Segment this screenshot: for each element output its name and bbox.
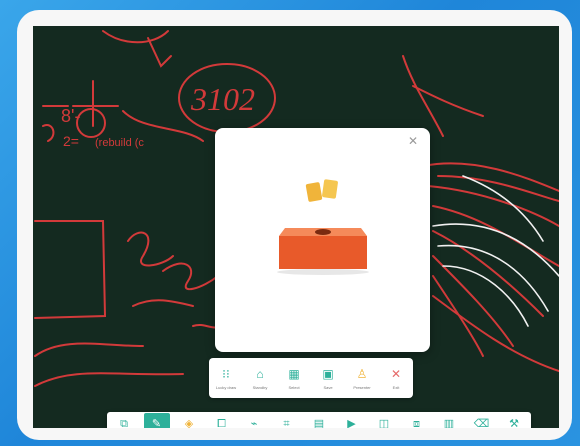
tools-icon: ⚒ <box>509 417 519 429</box>
pen-icon: ✎ <box>151 417 162 429</box>
whiteboard-canvas[interactable]: 8'- 2= (rebuild (c 3102 ✕ ⁝⁝ Lucky draw ⌂ S… <box>33 26 559 428</box>
sub-toolbar-item-1[interactable]: ⌂ Standby <box>245 367 275 390</box>
lucky-draw-box-illustration <box>277 179 369 275</box>
sub-toolbar-item-0[interactable]: ⁝⁝ Lucky draw <box>211 367 241 390</box>
toolbar-item-1[interactable]: ✎Annotate <box>143 413 170 429</box>
toolbox-icon: ⧈ <box>413 417 420 429</box>
device-frame: 8'- 2= (rebuild (c 3102 ✕ ⁝⁝ Lucky draw ⌂ S… <box>17 10 572 440</box>
apps-icon: ▦ <box>288 366 300 381</box>
sub-toolbar-item-4[interactable]: ♙ Presenter <box>347 367 377 390</box>
toolbar-item-12[interactable]: ⚒Tools <box>501 413 527 429</box>
toolbar-item-3[interactable]: ⧠Crop & Save <box>209 413 235 429</box>
video-icon: ▶ <box>347 417 356 429</box>
toolbar-item-4[interactable]: ⌁Connect <box>241 413 267 429</box>
sub-toolbar-item-3[interactable]: ▣ Save <box>313 367 343 390</box>
toolbar-item-6[interactable]: ▤Slides <box>306 413 332 429</box>
lucky-draw-dialog: ✕ <box>215 128 430 352</box>
main-toolbar: ⧉Start ✎Annotate ◈Erase ⧠Crop & Save ⌁Connec… <box>107 412 531 428</box>
sub-toolbar-item-2[interactable]: ▦ Select <box>279 367 309 390</box>
crop-icon: ⧠ <box>217 417 226 429</box>
copy-icon: ⧉ <box>120 417 128 429</box>
sub-toolbar-item-5[interactable]: ✕ Exit <box>381 367 411 390</box>
sub-toolbar-label: Select <box>288 384 300 390</box>
toolbar-item-0[interactable]: ⧉Start <box>111 413 137 429</box>
record-icon: ◫ <box>378 417 390 429</box>
close-icon: ✕ <box>390 366 402 381</box>
toolbar-item-10[interactable]: ▥Apps <box>436 413 462 429</box>
toolbar-item-2[interactable]: ◈Erase <box>176 413 202 429</box>
link-icon: ⌁ <box>250 417 258 429</box>
ink-formula-c: (rebuild (c <box>95 137 144 149</box>
home-icon: ⌂ <box>256 366 264 381</box>
sub-toolbar-label: Standby <box>252 384 268 390</box>
sub-toolbar-label: Exit <box>392 384 400 390</box>
toolbar-item-9[interactable]: ⧈Toolbox <box>404 413 430 429</box>
toolbar-item-8[interactable]: ◫Recorder <box>371 413 397 429</box>
apps-icon: ▥ <box>443 417 455 429</box>
sub-toolbar-label: Lucky draw <box>215 384 237 390</box>
toolbar-item-5[interactable]: ⌗Screenshot <box>274 413 300 429</box>
toolbar-item-11[interactable]: ⌫Clear <box>469 413 495 429</box>
brush-icon: ⌫ <box>473 417 490 429</box>
eraser-icon: ◈ <box>184 417 194 429</box>
person-icon: ♙ <box>356 366 368 381</box>
ink-formula-a: 8'- <box>61 106 80 126</box>
lucky-draw-toolbar: ⁝⁝ Lucky draw ⌂ Standby ▦ Select ▣ Save ♙ Present… <box>209 358 413 398</box>
slides-icon: ▤ <box>313 417 325 429</box>
ink-formula-b: 2= <box>63 133 79 149</box>
sub-toolbar-label: Save <box>323 384 333 390</box>
camera-icon: ⌗ <box>283 417 290 429</box>
grid-icon: ⁝⁝ <box>222 366 230 381</box>
sub-toolbar-label: Presenter <box>353 384 371 390</box>
save-icon: ▣ <box>322 366 334 381</box>
toolbar-item-7[interactable]: ▶Video Conference <box>339 413 365 429</box>
ink-circled-number: 3102 <box>190 81 255 117</box>
